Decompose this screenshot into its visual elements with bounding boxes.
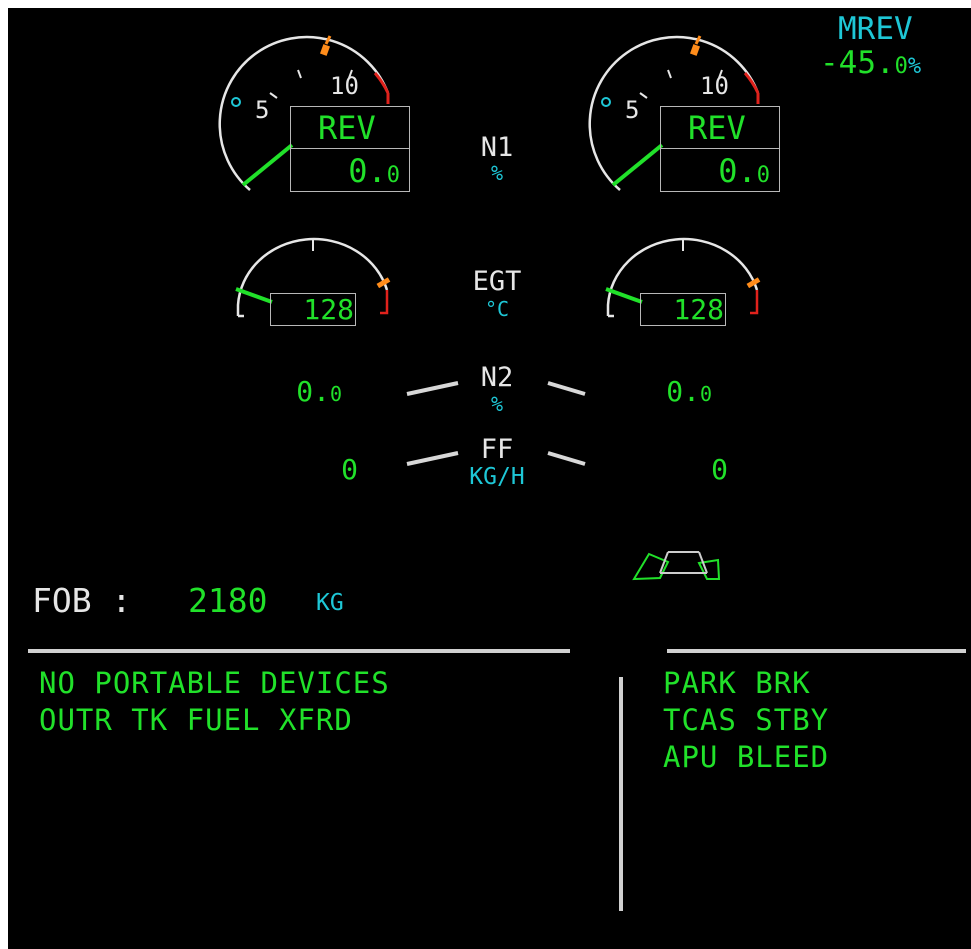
ff-left-value: 0	[341, 453, 358, 486]
egt-label: EGT	[472, 266, 522, 297]
n2-left-value: 0.0	[258, 378, 342, 406]
egt-left-value: 128	[303, 293, 354, 326]
n2-right-decimal: 0	[699, 382, 712, 406]
fob-unit: KG	[316, 590, 344, 616]
ff-label: FF	[480, 434, 514, 465]
n2-label: N2	[480, 362, 514, 393]
memo-right-line: APU BLEED	[663, 740, 830, 774]
thrust-mode-integer: -45.	[820, 45, 895, 81]
memo-left-line: OUTR TK FUEL XFRD	[39, 703, 353, 737]
n2-left-integer: 0.	[296, 375, 330, 408]
n1-right-decimal: 0	[756, 163, 770, 188]
memo-right-line: PARK BRK	[663, 666, 811, 700]
n2-left-decimal: 0	[329, 382, 342, 406]
thrust-mode-label: MREV	[838, 11, 913, 47]
n1-left-decimal: 0	[386, 163, 400, 188]
n2-right-integer: 0.	[666, 375, 700, 408]
n1-left-mode: REV	[318, 109, 376, 147]
n1-right-integer: 0.	[718, 152, 757, 190]
memo-left-line: NO PORTABLE DEVICES	[39, 666, 390, 700]
n1-right-mode: REV	[688, 109, 746, 147]
n1-right-scale-5: 5	[625, 96, 640, 124]
memo-right-line: TCAS STBY	[663, 703, 830, 737]
n1-left-value: 0.0	[290, 155, 400, 187]
flaps-indicator	[632, 551, 721, 581]
egt-right-value: 128	[673, 293, 724, 326]
fob-label: FOB :	[32, 581, 132, 620]
egt-unit: °C	[484, 297, 510, 321]
n2-unit: %	[490, 392, 504, 416]
ff-unit: KG/H	[469, 464, 525, 490]
ewd-display: MREV -45.0% 5 10 REV 0.0 5 10 REV 0.0 N1…	[8, 8, 971, 949]
thrust-mode-decimal: 0	[894, 54, 908, 79]
thrust-mode-value: -45.0%	[820, 48, 921, 79]
thrust-mode-unit: %	[907, 54, 922, 79]
n2-right-value: 0.0	[628, 378, 712, 406]
n1-left-integer: 0.	[348, 152, 387, 190]
n1-left-scale-10: 10	[330, 72, 359, 100]
n1-label: N1	[480, 132, 514, 163]
n1-left-scale-5: 5	[255, 96, 270, 124]
n1-right-value: 0.0	[660, 155, 770, 187]
ff-right-value: 0	[711, 453, 728, 486]
n1-right-scale-10: 10	[700, 72, 729, 100]
n1-unit: %	[490, 161, 504, 185]
fob-value: 2180	[188, 581, 268, 620]
